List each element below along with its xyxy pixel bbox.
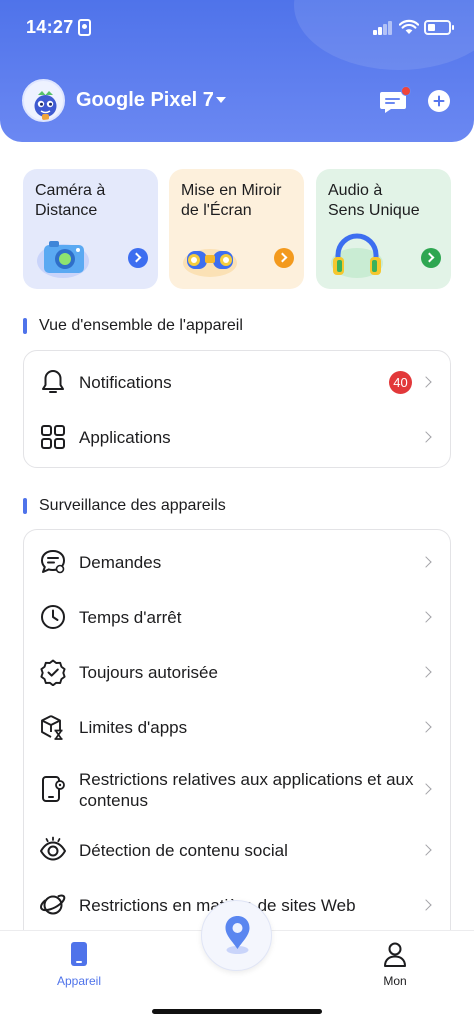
arrow-right-icon[interactable] <box>128 248 148 268</box>
remote-camera-card[interactable]: Caméra à Distance <box>23 169 158 289</box>
eye-icon <box>40 836 66 861</box>
list-item-label: Demandes <box>79 553 162 572</box>
chevron-right-icon <box>420 666 432 678</box>
header: 14:27 Google Pixel 7 <box>0 0 474 142</box>
list-item-requests[interactable]: Demandes <box>24 543 450 583</box>
list-item-label: Notifications <box>79 373 172 392</box>
list-item-label: Temps d'arrêt <box>79 608 182 627</box>
monitoring-list: Demandes Temps d'arrêt Toujours autorisé… <box>23 529 451 949</box>
one-way-audio-card[interactable]: Audio à Sens Unique <box>316 169 451 289</box>
list-item-downtime[interactable]: Temps d'arrêt <box>24 598 450 638</box>
request-chat-icon <box>41 550 65 574</box>
list-item-applications[interactable]: Applications <box>24 409 450 467</box>
planet-icon <box>40 894 66 915</box>
home-indicator <box>152 1009 322 1014</box>
screen-record-icon <box>78 19 91 36</box>
device-selector[interactable]: Google Pixel 7 <box>76 89 214 112</box>
phone-icon <box>71 942 87 966</box>
list-item-label: Toujours autorisée <box>79 663 218 682</box>
chevron-right-icon <box>420 844 432 856</box>
bell-icon <box>42 370 64 393</box>
camera-icon <box>37 241 89 278</box>
list-item-content-restrictions[interactable]: Restrictions relatives aux applications … <box>24 763 450 819</box>
card-title: Mise en Miroir de l'Écran <box>181 182 282 219</box>
chevron-right-icon <box>420 721 432 733</box>
device-settings-icon <box>42 776 65 802</box>
chevron-down-icon[interactable] <box>216 97 226 103</box>
list-item-label: Restrictions relatives aux applications … <box>79 770 414 810</box>
location-button[interactable] <box>201 900 272 971</box>
unread-dot <box>401 86 411 96</box>
binoculars-icon <box>183 249 237 277</box>
list-item-label: Applications <box>79 428 171 447</box>
list-item-always-allowed[interactable]: Toujours autorisée <box>24 653 450 693</box>
device-avatar[interactable] <box>22 79 65 122</box>
clock-icon <box>41 605 65 629</box>
app-limit-icon <box>41 715 63 740</box>
tab-me[interactable]: Mon <box>355 939 435 988</box>
chevron-right-icon <box>420 431 432 443</box>
card-title: Audio à Sens Unique <box>328 182 420 219</box>
cellular-signal-icon <box>373 21 393 35</box>
list-item-notifications[interactable]: Notifications 40 <box>24 351 450 409</box>
list-item-social-detection[interactable]: Détection de contenu social <box>24 830 450 870</box>
user-icon <box>384 942 406 967</box>
chevron-right-icon <box>420 556 432 568</box>
location-pin-icon <box>225 916 250 954</box>
list-item-label: Limites d'apps <box>79 718 188 737</box>
add-device-button[interactable] <box>428 90 450 112</box>
section-title-overview: Vue d'ensemble de l'appareil <box>23 317 243 335</box>
list-item-app-limits[interactable]: Limites d'apps <box>24 708 450 748</box>
apps-grid-icon <box>41 425 65 449</box>
arrow-right-icon[interactable] <box>421 248 441 268</box>
headphones-icon <box>331 233 383 278</box>
battery-icon <box>424 20 454 35</box>
status-time: 14:27 <box>26 17 74 37</box>
tab-label: Appareil <box>56 974 102 988</box>
arrow-right-icon[interactable] <box>274 248 294 268</box>
messages-button[interactable] <box>379 86 411 115</box>
notification-count-badge: 40 <box>389 371 412 394</box>
chevron-right-icon <box>420 899 432 911</box>
chevron-right-icon <box>420 611 432 623</box>
status-bar: 14:27 <box>0 0 474 56</box>
robot-avatar-icon <box>34 91 57 120</box>
screen-mirror-card[interactable]: Mise en Miroir de l'Écran <box>169 169 304 289</box>
list-item-label: Détection de contenu social <box>79 841 288 860</box>
tab-label: Mon <box>383 974 407 988</box>
wifi-icon <box>399 19 419 34</box>
tab-device[interactable]: Appareil <box>39 939 119 988</box>
overview-list: Notifications 40 Applications <box>23 350 451 468</box>
card-title: Caméra à Distance <box>35 182 106 219</box>
section-title-monitoring: Surveillance des appareils <box>23 497 226 515</box>
chevron-right-icon <box>420 783 432 795</box>
chevron-right-icon <box>420 376 432 388</box>
check-badge-icon <box>40 659 66 686</box>
